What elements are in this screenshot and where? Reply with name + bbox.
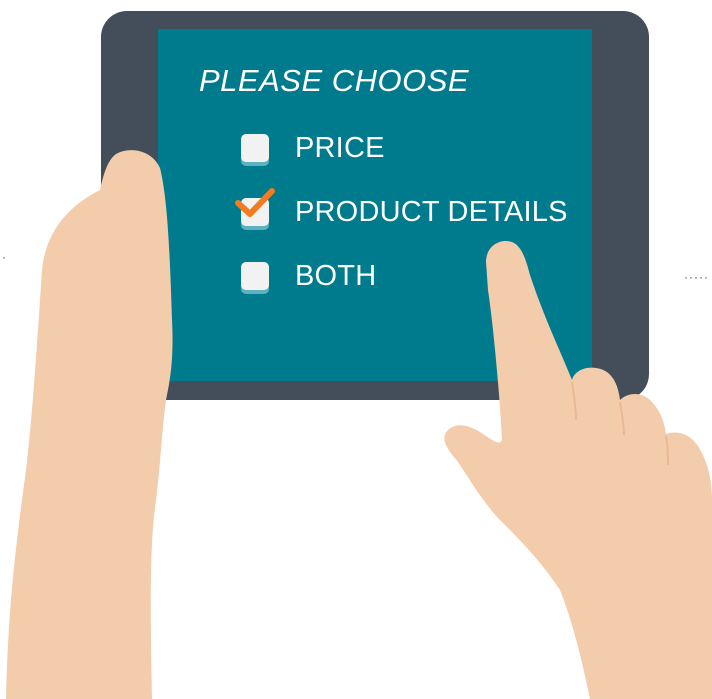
right-hand <box>444 241 712 699</box>
illustration: · ····· PLEASE CHOOSE PRICE PRODUCT DETA… <box>0 0 712 699</box>
left-hand <box>6 150 173 699</box>
hands-illustration <box>6 150 712 699</box>
